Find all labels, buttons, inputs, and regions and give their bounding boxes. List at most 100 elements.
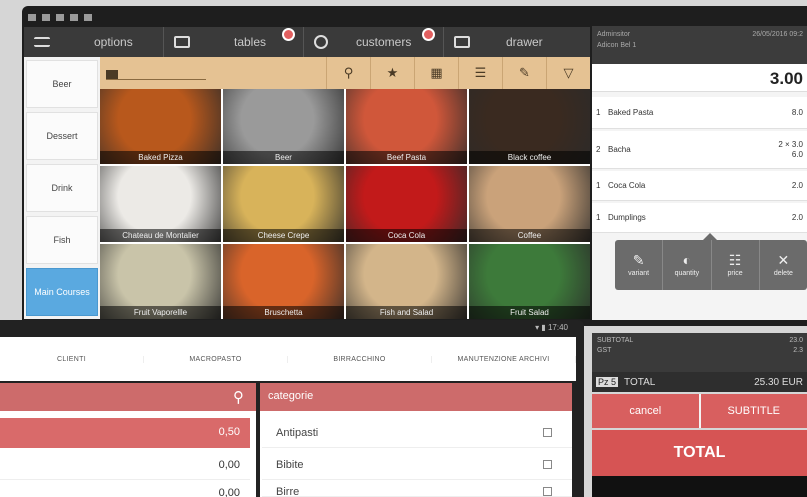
receipt-line[interactable]: 2 Bacha 2 × 3.0 6.0 <box>592 131 807 169</box>
customers-button[interactable]: customers <box>304 27 444 57</box>
drawer-icon <box>454 36 470 48</box>
product-label: Fish and Salad <box>346 306 467 319</box>
drawer-button[interactable]: drawer <box>444 27 590 57</box>
receipt-line[interactable]: 1 Baked Pasta 8.0 <box>592 97 807 129</box>
category-bibite[interactable]: Bibite <box>262 450 572 480</box>
variant-button[interactable]: ✎ variant <box>615 240 664 290</box>
subtitle-button[interactable]: SUBTITLE <box>700 394 807 428</box>
product-tile[interactable]: Cheese Crepe <box>223 166 344 242</box>
checkbox[interactable] <box>543 460 552 469</box>
category-birre[interactable]: Birre <box>262 482 572 497</box>
line-name: Dumplings <box>608 213 646 222</box>
line-unit-price: 2 × 3.0 <box>778 139 803 149</box>
category-main-courses[interactable]: Main Courses <box>26 268 98 316</box>
pieces-count: Pz 5 <box>596 377 619 387</box>
receipt-header: Adminsitor Adicon Bel 1 26/05/2016 09:2 <box>592 26 807 64</box>
line-qty: 1 <box>596 181 601 190</box>
value-row[interactable]: 0,00 <box>0 485 250 497</box>
checkbox[interactable] <box>543 487 552 496</box>
product-tile[interactable]: Beer <box>223 89 344 165</box>
top-navigation-bar: options tables customers drawer <box>24 27 590 57</box>
line-total-price: 6.0 <box>791 149 803 159</box>
product-tile[interactable]: Fruit Salad <box>469 243 590 319</box>
tab-birracchino[interactable]: BIRRACCHINO <box>288 355 432 363</box>
tables-button[interactable]: tables <box>164 27 304 57</box>
line-price: 2 × 3.0 6.0 <box>778 140 803 160</box>
value-row-selected[interactable]: 0,50 <box>0 418 250 448</box>
product-tile[interactable]: Black coffee <box>469 89 590 165</box>
star-icon[interactable]: ★ <box>370 57 414 89</box>
front-search-bar[interactable]: ⚲ <box>0 383 256 411</box>
total-button[interactable]: TOTAL <box>592 430 807 476</box>
product-tile[interactable]: Chateau de Montalier <box>100 166 221 242</box>
product-grid: Baked Pizza Beer Beef Pasta Black coffee Cha… <box>100 89 590 319</box>
receipt-line[interactable]: 1 Dumplings 2.0 <box>592 203 807 233</box>
category-list: Beer Dessert Drink Fish Main Courses <box>24 57 100 319</box>
tables-label: tables <box>234 35 267 49</box>
category-beer[interactable]: Beer <box>26 60 98 108</box>
notification-icon <box>28 13 36 21</box>
product-tile[interactable]: Fish and Salad <box>346 243 467 319</box>
customers-label: customers <box>356 35 412 49</box>
quantity-label: quantity <box>674 270 700 277</box>
options-button[interactable]: options <box>24 27 164 57</box>
table-icon <box>174 36 190 48</box>
total-row: Pz 5 TOTAL 25.30 EUR <box>592 372 807 392</box>
product-label: Chateau de Montalier <box>100 228 221 242</box>
edit-icon[interactable]: ✎ <box>502 57 546 89</box>
product-tile[interactable]: Fruit Vaporellle <box>100 243 221 319</box>
line-qty: 1 <box>596 108 601 117</box>
bottom-bezel <box>592 476 807 497</box>
product-label: Beer <box>223 151 344 165</box>
product-label: Cheese Crepe <box>223 228 344 242</box>
categorie-header: categorie <box>260 383 572 411</box>
receipt-line[interactable]: 1 Coca Cola 2.0 <box>592 171 807 201</box>
drawer-label: drawer <box>506 35 543 49</box>
notification-icon <box>42 13 50 21</box>
tax-value: 2.3 <box>793 347 803 354</box>
product-label: Black coffee <box>469 151 590 165</box>
product-tile[interactable]: Bruschetta <box>223 243 344 319</box>
cancel-button[interactable]: cancel <box>592 394 699 428</box>
options-label: options <box>94 35 133 49</box>
delete-label: delete <box>773 270 793 277</box>
grid-icon[interactable]: ▦ <box>414 57 458 89</box>
category-label: Bibite <box>276 459 304 471</box>
price-icon: ☷ <box>728 252 742 268</box>
tab-clienti[interactable]: CLIENTI <box>0 355 144 363</box>
product-tile[interactable]: Coca Cola <box>346 166 467 242</box>
list-icon[interactable]: ☰ <box>458 57 502 89</box>
product-label: Beef Pasta <box>346 151 467 165</box>
tab-manutenzione[interactable]: MANUTENZIONE ARCHIVI <box>432 355 576 363</box>
value-row[interactable]: 0,00 <box>0 452 250 480</box>
product-label: Coffee <box>469 228 590 242</box>
product-tile[interactable]: Coffee <box>469 166 590 242</box>
quantity-button[interactable]: ◐ quantity <box>663 240 712 290</box>
price-button[interactable]: ☷ price <box>712 240 760 290</box>
customers-badge <box>422 28 435 41</box>
category-label: Antipasti <box>276 427 319 439</box>
line-price: 2.0 <box>791 212 803 222</box>
product-label: Bruschetta <box>223 306 344 319</box>
notification-icon <box>56 13 64 21</box>
category-dessert[interactable]: Dessert <box>26 112 98 160</box>
product-tile[interactable]: Beef Pasta <box>346 89 467 165</box>
tables-badge <box>282 28 295 41</box>
category-drink[interactable]: Drink <box>26 164 98 212</box>
tab-macropasto[interactable]: MACROPASTO <box>144 355 288 363</box>
search-icon[interactable]: ⚲ <box>233 388 244 406</box>
category-fish[interactable]: Fish <box>26 216 98 264</box>
checkbox[interactable] <box>543 428 552 437</box>
category-antipasti[interactable]: Antipasti <box>262 418 572 448</box>
delete-button[interactable]: ✕ delete <box>760 240 807 290</box>
customer-icon <box>314 35 328 49</box>
product-search-field[interactable] <box>106 66 206 80</box>
line-name: Coca Cola <box>608 181 646 190</box>
product-tile[interactable]: Baked Pizza <box>100 89 221 165</box>
receipt-total: 3.00 <box>592 64 807 92</box>
front-status-time: 17:40 <box>547 323 568 332</box>
filter-icon[interactable]: ▽ <box>546 57 590 89</box>
total-row-label: TOTAL <box>624 376 656 388</box>
search-icon[interactable]: ⚲ <box>326 57 370 89</box>
checkout-buttons: cancel SUBTITLE <box>592 394 807 428</box>
